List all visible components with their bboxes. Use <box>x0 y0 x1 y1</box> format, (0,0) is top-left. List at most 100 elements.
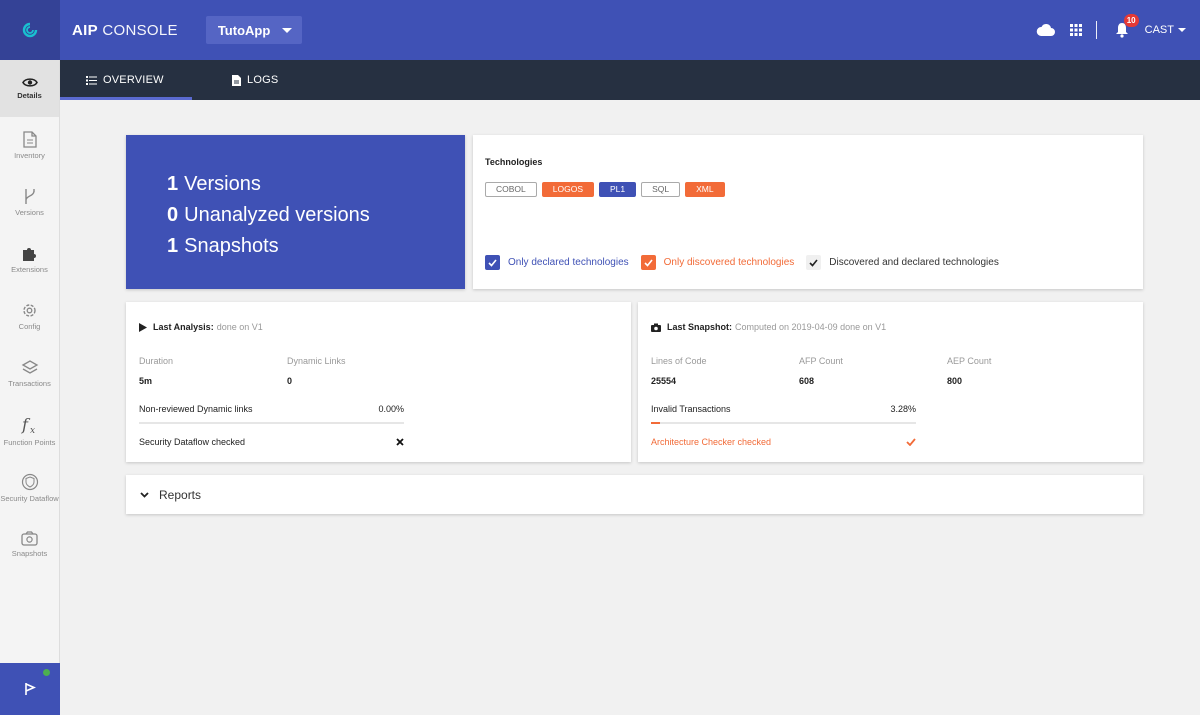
aep-metric: AEP Count 800 <box>947 356 1095 386</box>
reports-panel[interactable]: Reports <box>126 475 1143 514</box>
snapshot-metrics: Lines of Code 25554 AFP Count 608 AEP Co… <box>651 356 1130 386</box>
chevron-down-icon <box>140 491 149 498</box>
shield-icon <box>21 473 38 490</box>
security-row: Security Dataflow checked <box>139 437 404 447</box>
last-analysis-title: Last Analysis: <box>153 322 214 332</box>
svg-text:x: x <box>30 426 35 435</box>
chevron-down-icon <box>1178 28 1186 32</box>
cloud-icon[interactable] <box>1036 23 1056 37</box>
puzzle-icon <box>23 248 36 261</box>
snapshots-count: 1 <box>167 235 179 257</box>
top-right-controls: 10 CAST <box>1036 0 1186 60</box>
sidebar-item-label: Snapshots <box>11 549 48 558</box>
sidebar-item-security-dataflow[interactable]: Security Dataflow <box>0 459 59 516</box>
discovered-checkbox[interactable] <box>640 255 656 270</box>
afp-label: AFP Count <box>799 356 843 366</box>
sidebar-item-snapshots[interactable]: Snapshots <box>0 516 59 573</box>
unanalyzed-row: 0 Unanalyzed versions <box>167 200 465 231</box>
sidebar-item-label: Transactions <box>8 378 51 388</box>
non-reviewed-label: Non-reviewed Dynamic links <box>139 404 253 414</box>
check-icon <box>809 258 818 267</box>
tech-chip-pl1[interactable]: PL1 <box>599 182 637 197</box>
tech-chip-logos[interactable]: LOGOS <box>541 182 594 197</box>
architecture-checker-label: Architecture Checker checked <box>651 437 772 447</box>
document-icon <box>22 131 37 148</box>
sidebar-item-label: Function Points <box>3 437 56 447</box>
last-snapshot-card: Last Snapshot: Computed on 2019-04-09 do… <box>638 302 1143 462</box>
technology-chips: COBOL LOGOS PL1 SQL XML <box>485 182 1143 197</box>
logo-icon <box>22 22 38 38</box>
non-reviewed-row: Non-reviewed Dynamic links 0.00% <box>139 404 404 414</box>
security-label: Security Dataflow checked <box>139 437 246 447</box>
filter-label: Only discovered technologies <box>663 257 795 268</box>
check-icon <box>906 438 916 446</box>
application-name: TutoApp <box>217 22 271 38</box>
filter-declared[interactable]: Only declared technologies <box>485 255 629 270</box>
apps-grid-icon[interactable] <box>1069 24 1082 36</box>
status-dot <box>43 669 50 676</box>
notifications-button[interactable]: 10 <box>1111 14 1139 41</box>
sidebar-item-label: Inventory <box>14 151 45 160</box>
last-analysis-header: Last Analysis: done on V1 <box>139 322 618 332</box>
last-snapshot-subtitle: Computed on 2019-04-09 done on V1 <box>735 322 887 332</box>
user-name: CAST <box>1144 24 1174 36</box>
onboarding-flag-button[interactable] <box>0 663 60 715</box>
filter-both[interactable]: Discovered and declared technologies <box>806 255 999 270</box>
tech-chip-xml[interactable]: XML <box>685 182 725 197</box>
dynamic-links-value: 0 <box>287 376 293 386</box>
sidebar-item-label: Config <box>18 322 41 331</box>
brand-light: CONSOLE <box>102 21 178 39</box>
snapshots-row: 1 Snapshots <box>167 231 465 262</box>
loc-metric: Lines of Code 25554 <box>651 356 799 386</box>
versions-row: 1 Versions <box>167 169 465 200</box>
transactions-icon <box>21 359 38 374</box>
camera-icon <box>21 531 38 546</box>
sidebar-item-function-points[interactable]: f x Function Points <box>0 402 59 459</box>
branch-icon <box>24 189 35 204</box>
sidebar-item-label: Extensions <box>11 265 48 274</box>
last-analysis-subtitle: done on V1 <box>216 322 263 332</box>
eye-icon <box>21 78 38 87</box>
technology-filters: Only declared technologies Only discover… <box>485 255 1011 270</box>
duration-value: 5m <box>139 376 153 386</box>
tech-chip-cobol[interactable]: COBOL <box>485 182 537 197</box>
gear-icon <box>23 304 36 317</box>
duration-metric: Duration 5m <box>139 356 287 386</box>
main-content: 1 Versions 0 Unanalyzed versions 1 Snapshot… <box>60 100 1200 715</box>
invalid-transactions-progress <box>651 422 916 424</box>
filter-label: Discovered and declared technologies <box>829 257 999 268</box>
tab-logs[interactable]: LOGS <box>206 60 304 100</box>
check-icon <box>644 258 653 267</box>
sidebar-item-transactions[interactable]: Transactions <box>0 345 59 402</box>
versions-label: Versions <box>184 173 261 195</box>
last-snapshot-title: Last Snapshot: <box>667 322 733 332</box>
filter-label: Only declared technologies <box>508 257 629 268</box>
dynamic-links-label: Dynamic Links <box>287 356 346 366</box>
sidebar-item-inventory[interactable]: Inventory <box>0 117 59 174</box>
tab-overview[interactable]: OVERVIEW <box>60 60 192 100</box>
snapshots-label: Snapshots <box>184 235 279 257</box>
sidebar-item-extensions[interactable]: Extensions <box>0 231 59 288</box>
user-menu[interactable]: CAST <box>1145 24 1186 36</box>
play-icon <box>139 322 147 332</box>
last-snapshot-header: Last Snapshot: Computed on 2019-04-09 do… <box>651 322 1130 332</box>
check-icon <box>488 258 497 267</box>
brand-title: AIP CONSOLE <box>72 22 178 39</box>
sidebar-item-label: Versions <box>15 208 44 217</box>
filter-discovered[interactable]: Only discovered technologies <box>640 255 795 270</box>
tech-chip-sql[interactable]: SQL <box>641 182 681 197</box>
brand-bold: AIP <box>72 21 98 39</box>
application-selector[interactable]: TutoApp <box>205 16 303 44</box>
function-icon: f x <box>21 415 35 435</box>
sidebar-item-label: Security Dataflow <box>0 493 59 503</box>
app-logo[interactable] <box>0 0 60 60</box>
sidebar-item-config[interactable]: Config <box>0 288 59 345</box>
both-checkbox[interactable] <box>806 255 822 270</box>
sidebar-item-versions[interactable]: Versions <box>0 174 59 231</box>
tab-bar: OVERVIEW LOGS <box>60 60 1200 100</box>
file-icon <box>232 74 241 86</box>
aep-value: 800 <box>947 376 963 386</box>
afp-metric: AFP Count 608 <box>799 356 947 386</box>
sidebar-item-details[interactable]: Details <box>0 60 59 117</box>
declared-checkbox[interactable] <box>485 255 500 270</box>
